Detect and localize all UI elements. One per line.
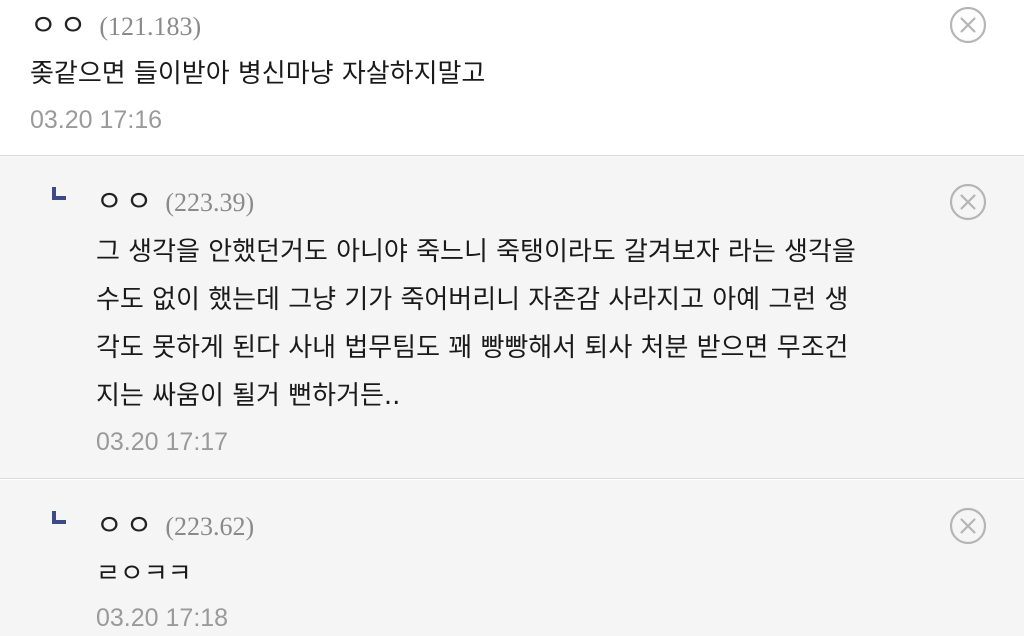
comment-author[interactable]: ㅇㅇ	[96, 178, 155, 220]
comment-author[interactable]: ㅇㅇ	[30, 2, 89, 44]
delete-comment-button[interactable]	[949, 183, 987, 221]
comment-author-line: ㅇㅇ (223.39)	[96, 178, 254, 220]
comment-ip: (223.39)	[165, 188, 255, 217]
comment-timestamp: 03.20 17:17	[96, 428, 229, 456]
comment-ip: (223.62)	[165, 512, 255, 541]
reply-comment-item: ㅇㅇ (223.62) ㄹㅇㅋㅋ 03.20 17:18	[0, 480, 1024, 636]
delete-comment-button[interactable]	[949, 6, 987, 44]
comment-timestamp: 03.20 17:16	[30, 106, 163, 134]
comment-text-line: 지는 싸움이 될거 뻔하거든..	[96, 381, 401, 411]
close-circle-icon	[949, 183, 987, 221]
close-circle-icon	[949, 6, 987, 44]
comment-text-line: 좆같으면 들이받아 병신마냥 자살하지말고	[30, 59, 486, 89]
comment-text: ㄹㅇㅋㅋ	[96, 550, 192, 598]
reply-arrow-icon	[52, 511, 66, 524]
reply-arrow-icon	[52, 187, 66, 200]
comment-author-line: ㅇㅇ (121.183)	[30, 2, 201, 44]
comment-text-line: 그 생각을 안했던거도 아니야 죽느니 죽탱이라도 갈겨보자 라는 생각을	[96, 237, 856, 267]
comment-ip: (121.183)	[99, 12, 202, 41]
delete-comment-button[interactable]	[949, 507, 987, 545]
reply-comment-item: ㅇㅇ (223.39) 그 생각을 안했던거도 아니야 죽느니 죽탱이라도 갈겨…	[0, 156, 1024, 479]
comment-author-line: ㅇㅇ (223.62)	[96, 502, 254, 544]
comment-text-line: 수도 없이 했는데 그냥 기가 죽어버리니 자존감 사라지고 아예 그런 생	[96, 285, 849, 315]
comment-text: 좆같으면 들이받아 병신마냥 자살하지말고	[30, 50, 485, 98]
comment-timestamp: 03.20 17:18	[96, 604, 229, 632]
comment-item: ㅇㅇ (121.183) 좆같으면 들이받아 병신마냥 자살하지말고 03.20…	[0, 0, 1024, 156]
comment-text-line: ㄹㅇㅋㅋ	[96, 559, 192, 589]
comment-author[interactable]: ㅇㅇ	[96, 502, 155, 544]
comment-text: 그 생각을 안했던거도 아니야 죽느니 죽탱이라도 갈겨보자 라는 생각을 수도…	[96, 228, 856, 420]
comment-text-line: 각도 못하게 된다 사내 법무팀도 꽤 빵빵해서 퇴사 처분 받으면 무조건	[96, 333, 849, 363]
close-circle-icon	[949, 507, 987, 545]
